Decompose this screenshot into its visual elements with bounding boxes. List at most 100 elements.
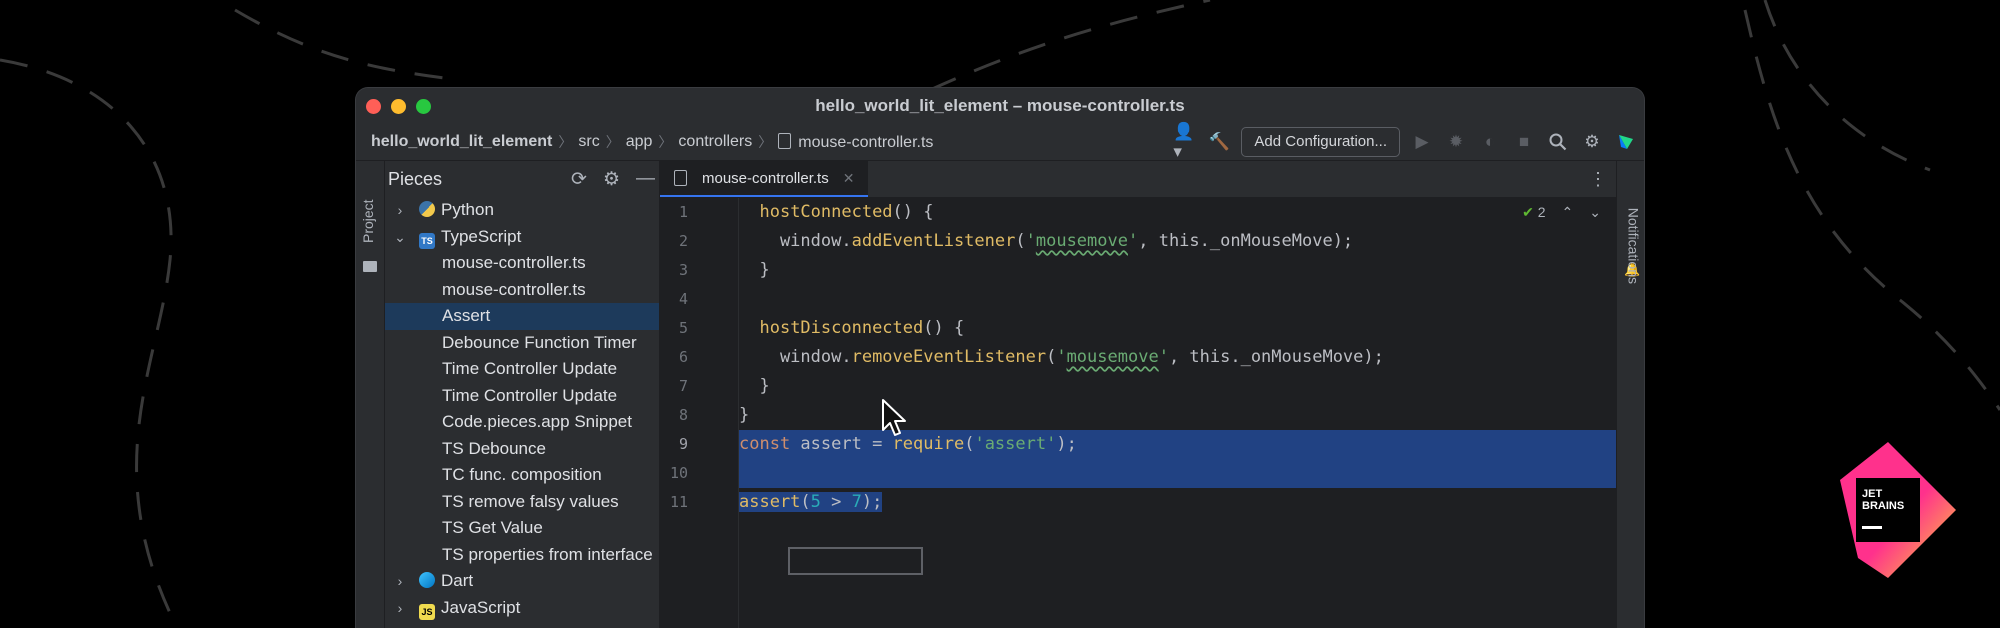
- code-line: }: [739, 260, 770, 280]
- right-tool-strip: 🔔 Notifications: [1616, 161, 1644, 628]
- list-item[interactable]: TS Get Value: [385, 515, 659, 542]
- tree-group-label: TypeScript: [441, 226, 522, 246]
- editor-tabs: mouse-controller.ts ✕ ⋮: [660, 161, 1617, 198]
- code-line-selected: assert(5 > 7);: [739, 492, 883, 512]
- line-number: 1: [678, 203, 688, 221]
- tree-group-dart[interactable]: › Dart: [385, 568, 659, 595]
- maximize-window-button[interactable]: [416, 99, 431, 114]
- dart-icon: [419, 572, 435, 588]
- add-configuration-button[interactable]: Add Configuration...: [1241, 127, 1400, 157]
- chevron-right-icon: 〉: [605, 134, 620, 150]
- list-item[interactable]: Code.pieces.app Snippet: [385, 409, 659, 436]
- line-number: 6: [678, 348, 688, 366]
- breadcrumb-src[interactable]: src: [572, 133, 605, 151]
- tab-mouse-controller[interactable]: mouse-controller.ts ✕: [660, 161, 869, 197]
- line-number: 4: [678, 290, 688, 308]
- jetbrains-logo: JET BRAINS: [1840, 442, 1956, 578]
- line-number-gutter: 1 2 3 4 5 6 7 8 9 10 11: [660, 198, 739, 628]
- title-bar: hello_world_lit_element – mouse-controll…: [356, 88, 1644, 124]
- close-icon[interactable]: ✕: [843, 170, 855, 187]
- code-line-selected: const assert = require('assert');: [739, 430, 1617, 459]
- code-line: window.removeEventListener('mousemove', …: [739, 347, 1384, 367]
- inspection-widget[interactable]: ✔ 2 ⌃ ⌄: [1522, 204, 1601, 221]
- line-number: 3: [678, 261, 688, 279]
- file-icon: [674, 170, 687, 186]
- list-item[interactable]: Debounce Function Timer: [385, 330, 659, 357]
- minimize-window-button[interactable]: [391, 99, 406, 114]
- user-menu-icon[interactable]: 👤▾: [1173, 122, 1197, 161]
- breadcrumb: hello_world_lit_element 〉 src 〉 app 〉 co…: [356, 132, 939, 152]
- search-icon[interactable]: [1546, 130, 1570, 154]
- notifications-tab[interactable]: Notifications: [1625, 208, 1641, 284]
- tree-group-label: Dart: [441, 571, 474, 590]
- refresh-icon[interactable]: ⟳: [571, 168, 587, 191]
- debug-icon[interactable]: ✹: [1444, 130, 1468, 154]
- list-item[interactable]: TC func. composition: [385, 462, 659, 489]
- tree-group-label: Python: [441, 200, 494, 219]
- breadcrumb-app[interactable]: app: [620, 133, 659, 151]
- chevron-down-icon[interactable]: ⌄: [1589, 204, 1601, 221]
- close-window-button[interactable]: [366, 99, 381, 114]
- mouse-cursor-icon: [882, 399, 906, 436]
- chevron-right-icon[interactable]: ›: [393, 595, 407, 622]
- gear-icon[interactable]: ⚙: [603, 168, 620, 191]
- javascript-icon: JS: [419, 603, 435, 620]
- line-number: 2: [678, 232, 688, 250]
- checkmark-icon: ✔: [1522, 204, 1534, 220]
- list-item-selected[interactable]: Assert: [385, 303, 659, 330]
- list-item[interactable]: TS Debounce: [385, 436, 659, 463]
- inspection-status[interactable]: ✔ 2: [1522, 204, 1545, 221]
- tree-group-typescript[interactable]: ⌄ TS TypeScript: [385, 224, 659, 251]
- drag-ghost-rectangle: [788, 547, 923, 575]
- stop-icon[interactable]: ■: [1512, 130, 1536, 154]
- window-title: hello_world_lit_element – mouse-controll…: [815, 96, 1185, 115]
- jetbrains-toolbox-icon[interactable]: [1614, 130, 1638, 154]
- folder-icon[interactable]: [363, 261, 377, 272]
- chevron-right-icon: 〉: [558, 134, 573, 150]
- code-line-selected: [739, 459, 1617, 488]
- project-tool-window-tab[interactable]: Project: [360, 199, 376, 243]
- more-vertical-icon[interactable]: ⋮: [1589, 161, 1607, 197]
- left-tool-strip: Project: [356, 161, 385, 628]
- file-icon: [778, 132, 792, 149]
- logo-text-brains: BRAINS: [1862, 500, 1904, 512]
- inspection-count: 2: [1537, 204, 1546, 220]
- line-number: 11: [669, 493, 688, 511]
- chevron-up-icon[interactable]: ⌃: [1562, 204, 1574, 221]
- line-number: 10: [669, 464, 688, 482]
- list-item[interactable]: Time Controller Update: [385, 383, 659, 410]
- pieces-panel: Pieces ⟳ ⚙ — › Python ⌄ TS TypeScript mou…: [385, 161, 660, 628]
- minimize-icon[interactable]: —: [636, 168, 655, 190]
- build-hammer-icon[interactable]: 🔨: [1207, 130, 1231, 154]
- chevron-down-icon[interactable]: ⌄: [393, 224, 407, 251]
- breadcrumb-file-label: mouse-controller.ts: [798, 133, 934, 151]
- line-number: 8: [678, 406, 688, 424]
- navigation-bar: hello_world_lit_element 〉 src 〉 app 〉 co…: [356, 122, 1644, 161]
- line-number: 7: [678, 377, 688, 395]
- ide-window: hello_world_lit_element – mouse-controll…: [356, 88, 1644, 628]
- tree-group-javascript[interactable]: › JS JavaScript: [385, 595, 659, 622]
- python-icon: [419, 201, 435, 217]
- line-number: 9: [678, 435, 688, 453]
- list-item[interactable]: Time Controller Update: [385, 356, 659, 383]
- code-line: }: [739, 405, 750, 425]
- list-item[interactable]: mouse-controller.ts: [385, 277, 659, 304]
- code-line: hostConnected() {: [759, 202, 934, 222]
- gear-icon[interactable]: ⚙: [1580, 130, 1604, 154]
- list-item[interactable]: TS properties from interface: [385, 542, 659, 569]
- tab-label: mouse-controller.ts: [702, 169, 829, 187]
- tree-group-label: JavaScript: [441, 597, 521, 617]
- panel-title: Pieces: [388, 168, 443, 189]
- coverage-icon[interactable]: ◐: [1478, 130, 1502, 154]
- list-item[interactable]: mouse-controller.ts: [385, 250, 659, 277]
- tree-group-python[interactable]: › Python: [385, 197, 659, 224]
- chevron-right-icon[interactable]: ›: [393, 197, 407, 224]
- chevron-right-icon[interactable]: ›: [393, 568, 407, 595]
- breadcrumb-file[interactable]: mouse-controller.ts: [772, 132, 939, 152]
- breadcrumb-controllers[interactable]: controllers: [672, 133, 758, 151]
- typescript-icon: TS: [419, 232, 435, 249]
- breadcrumb-project[interactable]: hello_world_lit_element: [371, 133, 558, 151]
- list-item[interactable]: TS remove falsy values: [385, 489, 659, 516]
- run-icon[interactable]: ▶: [1410, 130, 1434, 154]
